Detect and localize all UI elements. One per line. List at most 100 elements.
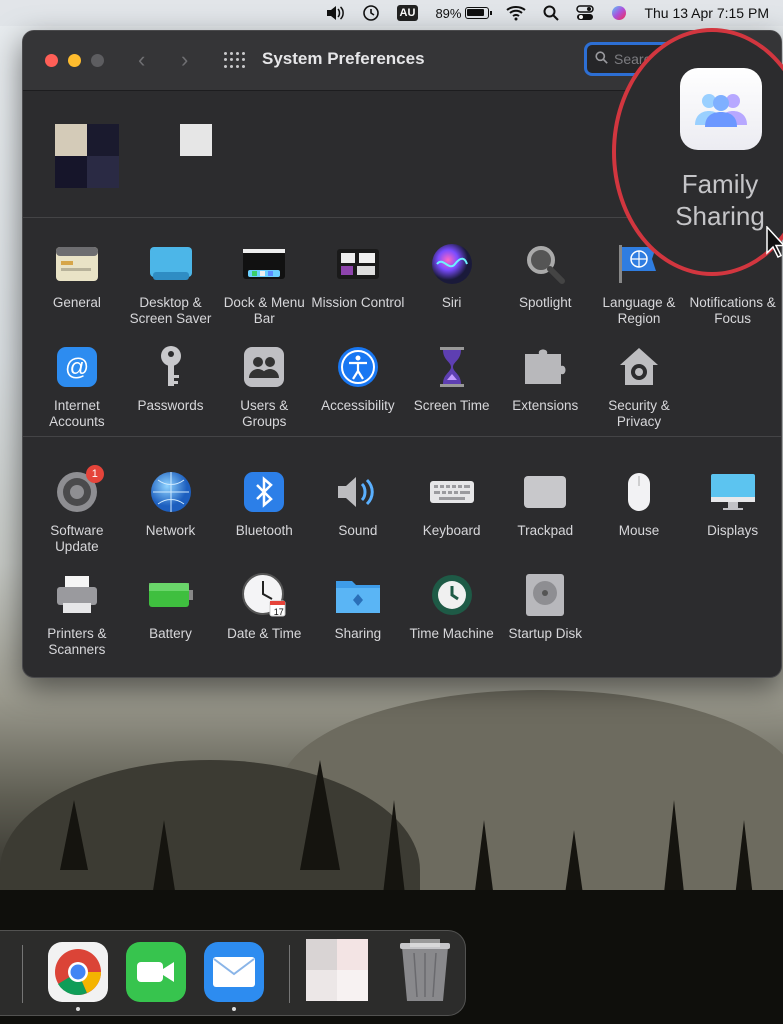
family-sharing-label[interactable]: Family Sharing [662,168,778,232]
dock-chrome[interactable] [48,942,108,1002]
pane-displays[interactable]: Displays [686,469,780,555]
pane-extensions[interactable]: Extensions [498,344,592,430]
spotlight-icon [522,241,568,287]
calendar-date: 17 [273,607,284,617]
battery-percent: 89% [435,5,462,21]
mission-control-icon [335,241,381,287]
pane-label: Time Machine [409,626,494,641]
time-machine-icon [429,572,475,618]
puzzle-icon [522,344,568,390]
dock-facetime[interactable] [126,942,186,1002]
svg-text:@: @ [65,354,89,381]
pane-software-update[interactable]: 1 Software Update [30,465,124,555]
minimize-button[interactable] [68,54,81,67]
pane-label: Software Update [50,523,104,554]
pane-battery[interactable]: Battery [124,572,218,658]
mouse-icon [616,469,662,515]
pane-dock-menu-bar[interactable]: Dock & Menu Bar [217,241,311,327]
siri-icon[interactable] [611,3,627,23]
battery-icon [465,7,493,19]
pane-bluetooth[interactable]: Bluetooth [217,469,311,555]
pane-users-groups[interactable]: Users & Groups [217,344,311,430]
pane-label: Accessibility [321,398,395,413]
pane-label: Printers & Scanners [47,626,107,657]
forward-button[interactable]: › [181,47,188,73]
trash-icon [400,939,450,1001]
pane-label: Startup Disk [508,626,583,641]
pane-label: Spotlight [519,295,572,310]
pane-network[interactable]: Network [124,469,218,555]
pane-time-machine[interactable]: Time Machine [405,572,499,658]
running-indicator [232,1007,236,1011]
pane-desktop-screen-saver[interactable]: Desktop & Screen Saver [124,241,218,327]
pane-siri[interactable]: Siri [405,241,499,327]
wifi-icon[interactable] [506,3,527,23]
family-sharing-icon[interactable] [680,68,762,150]
avatar[interactable] [55,124,119,188]
pane-startup-disk[interactable]: Startup Disk [498,572,592,658]
pane-label: Network [145,523,196,538]
dock-separator [289,945,290,1003]
pane-internet-accounts[interactable]: @ Internet Accounts [30,344,124,430]
pane-security-privacy[interactable]: Security & Privacy [592,344,686,430]
hourglass-icon [429,344,475,390]
pane-general[interactable]: General [30,241,124,327]
pane-trackpad[interactable]: Trackpad [498,469,592,555]
mail-icon [213,957,255,987]
disk-icon [522,572,568,618]
pane-mission-control[interactable]: Mission Control [311,241,405,327]
pane-label: Security & Privacy [608,398,670,429]
clock-text[interactable]: Thu 13 Apr 7:15 PM [644,5,769,21]
at-icon: @ [54,344,100,390]
volume-icon[interactable] [325,3,345,23]
pane-label: Trackpad [517,523,574,538]
pane-sharing[interactable]: Sharing [311,572,405,658]
control-center-icon[interactable] [576,3,595,23]
dock-trash[interactable] [393,937,457,1005]
pane-label: Keyboard [422,523,481,538]
users-icon [241,344,287,390]
pane-label: Notifications & Focus [689,295,776,326]
show-all-grid-icon[interactable] [224,52,245,68]
pane-label: Screen Time [413,398,490,413]
pane-passwords[interactable]: Passwords [124,344,218,430]
dock [0,930,466,1016]
trackpad-icon [522,469,568,515]
pane-spotlight[interactable]: Spotlight [498,241,592,327]
pane-keyboard[interactable]: Keyboard [405,469,499,555]
dock-redacted-item[interactable] [306,939,368,1001]
pane-label: Dock & Menu Bar [223,295,305,326]
pane-mouse[interactable]: Mouse [592,469,686,555]
pane-label: Mouse [618,523,660,538]
siri-icon [429,241,475,287]
chrome-icon [55,949,101,995]
pane-label: Passwords [137,398,204,413]
accessibility-icon [335,344,381,390]
keyboard-input-icon[interactable]: AU [396,3,419,23]
pane-screen-time[interactable]: Screen Time [405,344,499,430]
close-button[interactable] [45,54,58,67]
dock-mail[interactable] [204,942,264,1002]
pane-accessibility[interactable]: Accessibility [311,344,405,430]
pane-label: Internet Accounts [49,398,105,429]
globe-icon [148,469,194,515]
spotlight-icon[interactable] [543,3,560,23]
facetime-icon [137,962,174,982]
key-icon [148,344,194,390]
pane-sound[interactable]: Sound [311,469,405,555]
pane-label: Date & Time [227,626,302,641]
zoom-button[interactable] [91,54,104,67]
pane-date-time[interactable]: 17 Date & Time [217,572,311,658]
keyboard-input-label: AU [396,5,419,21]
pane-label: Desktop & Screen Saver [129,295,212,326]
pane-printers-scanners[interactable]: Printers & Scanners [30,572,124,658]
pane-row-hardware-1: 1 Software Update Network Bluetooth Soun… [30,465,780,555]
mouse-pointer-icon [766,225,783,267]
pane-label: Sound [338,523,378,538]
time-machine-icon[interactable] [362,3,380,23]
back-button[interactable]: ‹ [138,47,145,73]
battery-status[interactable]: 89% [435,5,493,21]
clock-icon: 17 [241,572,287,618]
window-title: System Preferences [262,49,425,68]
pane-label: Language & Region [602,295,676,326]
